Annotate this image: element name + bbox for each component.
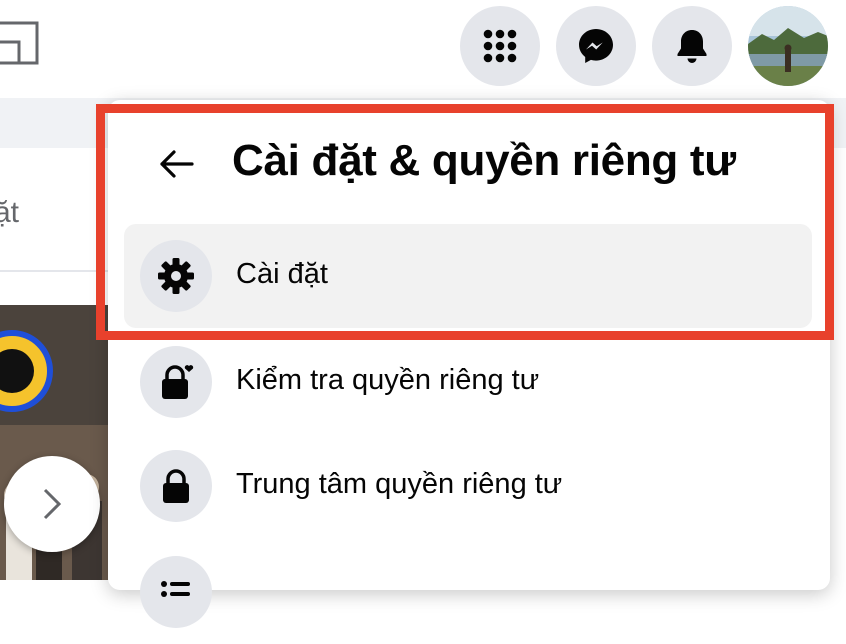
profile-avatar[interactable] <box>748 6 828 86</box>
gear-icon <box>140 240 212 312</box>
chevron-right-icon <box>43 488 62 520</box>
messenger-button[interactable] <box>556 6 636 86</box>
menu-item-privacy-center[interactable]: Trung tâm quyền riêng tư <box>124 434 812 538</box>
messenger-icon <box>579 29 613 63</box>
list-icon <box>140 556 212 628</box>
menu-item-privacy-checkup[interactable]: Kiểm tra quyền riêng tư <box>124 330 812 434</box>
story-next-button[interactable] <box>4 456 100 552</box>
menu-item-settings[interactable]: Cài đặt <box>124 224 812 328</box>
menu-item-label: Cài đặt <box>236 258 328 290</box>
menu-item-label: Kiểm tra quyền riêng tư <box>236 364 540 396</box>
lock-heart-icon <box>140 346 212 418</box>
background-partial-text: ặt <box>0 196 20 229</box>
back-button[interactable] <box>152 140 200 188</box>
menu-button[interactable] <box>460 6 540 86</box>
bell-icon <box>677 30 707 63</box>
menu-grid-icon <box>483 29 517 63</box>
notifications-button[interactable] <box>652 6 732 86</box>
window-outline-icon[interactable] <box>0 20 40 66</box>
panel-title: Cài đặt & quyền riêng tư <box>232 136 736 185</box>
arrow-left-icon <box>160 150 194 178</box>
menu-item-activity-log[interactable] <box>124 540 812 644</box>
menu-item-label: Trung tâm quyền riêng tư <box>236 468 563 500</box>
lock-icon <box>140 450 212 522</box>
top-navigation-bar <box>0 0 846 98</box>
